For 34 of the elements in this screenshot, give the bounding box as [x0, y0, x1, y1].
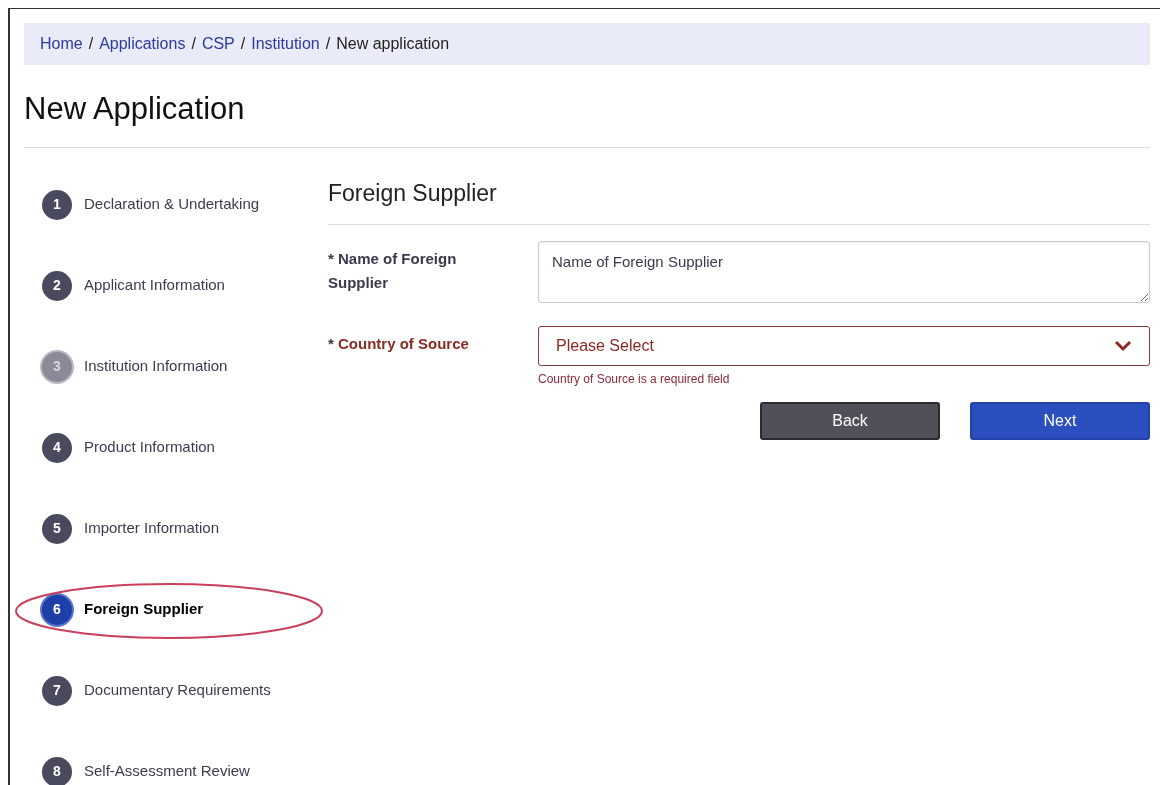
breadcrumb-separator: / [191, 34, 196, 54]
step-number-badge: 8 [42, 756, 72, 785]
step-number-badge: 3 [42, 351, 72, 382]
breadcrumb-separator: / [325, 34, 331, 54]
next-button[interactable]: Next [970, 402, 1150, 440]
step-link[interactable]: Applicant Information [84, 274, 225, 297]
breadcrumb-link[interactable]: CSP [201, 32, 235, 56]
step-link[interactable]: Product Information [84, 436, 215, 459]
step-link[interactable]: Declaration & Undertaking [84, 193, 260, 216]
step-number-badge: 5 [42, 513, 72, 544]
step-number-badge: 2 [42, 270, 72, 301]
step-link[interactable]: Self-Assessment Review [84, 760, 250, 783]
error-message: Country of Source is a required field [538, 371, 731, 388]
step-number-badge: 4 [42, 432, 72, 463]
page-title: New Application [24, 90, 246, 128]
country-dropdown[interactable]: Please Select [538, 326, 1150, 366]
section-title: Foreign Supplier [328, 179, 498, 208]
step-link[interactable]: Importer Information [84, 517, 220, 540]
chevron-down-icon [1114, 340, 1132, 352]
breadcrumb-link[interactable]: Home [40, 32, 83, 56]
breadcrumb-separator: / [240, 34, 246, 54]
step-number-badge: 7 [42, 675, 72, 706]
breadcrumb-separator: / [88, 34, 94, 54]
field-label: * Name of Foreign Supplier [328, 249, 458, 293]
breadcrumb-link[interactable]: Institution [251, 32, 320, 56]
field-label: * Country of Source [328, 334, 470, 354]
step-number-badge: 1 [42, 189, 72, 220]
breadcrumb-current: New application [336, 34, 450, 54]
back-button[interactable]: Back [760, 402, 940, 440]
step-link[interactable]: Foreign Supplier [84, 598, 204, 621]
step-number-badge: 6 [42, 594, 72, 625]
breadcrumb-link[interactable]: Applications [99, 32, 186, 56]
supplier-name-field[interactable]: Name of Foreign Supplier [538, 241, 1150, 303]
step-link[interactable]: Documentary Requirements [84, 679, 271, 702]
